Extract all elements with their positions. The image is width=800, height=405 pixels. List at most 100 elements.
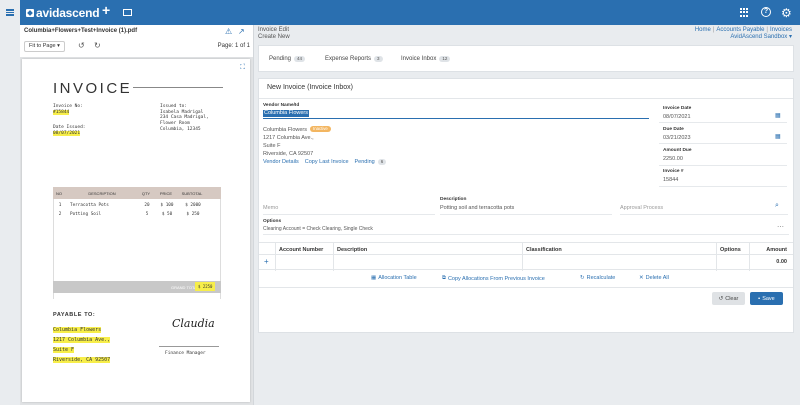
refresh-icon: ↻ [580, 275, 585, 281]
date-issued-block: Date Issued: 08/07/2021 [53, 125, 86, 136]
page-title: Invoice Edit [258, 27, 290, 33]
field-underline [659, 122, 787, 123]
cell-qty: 5 [145, 212, 149, 217]
action-label: Recalculate [586, 275, 616, 281]
cell-qty: 20 [144, 203, 150, 208]
breadcrumb: Home | Accounts Payable | Invoices AvidAscen… [695, 27, 792, 41]
calendar-icon[interactable]: ▦ [775, 112, 781, 119]
invoice-form-card: New Invoice (Invoice Inbox) Vendor Name/… [258, 78, 794, 333]
vendor-input[interactable]: Columbia Flowers [263, 109, 649, 119]
invoice-number-label: Invoice # [663, 169, 684, 174]
memo-input[interactable]: Memo [263, 205, 278, 211]
more-options-icon[interactable]: ⋯ [777, 223, 784, 231]
col-classification: Classification [526, 247, 562, 253]
page-heading: Invoice Edit Create New [258, 27, 290, 41]
apps-grid-icon[interactable] [740, 8, 749, 17]
pending-link[interactable]: Pending [355, 159, 375, 165]
copy-icon: ⧉ [442, 275, 446, 281]
tab-pending[interactable]: Pending 44 [269, 56, 306, 62]
cell-price: $ 50 [161, 212, 173, 217]
plus-icon[interactable]: + [102, 3, 110, 17]
save-icon: ▪ [758, 295, 761, 302]
copy-last-invoice-link[interactable]: Copy Last Invoice [305, 159, 349, 165]
invoice-date-field[interactable]: 08/07/2021 [663, 114, 691, 120]
fit-to-page-dropdown[interactable]: Fit to Page ▾ [24, 41, 65, 52]
payable-line: 1217 Columbia Ave., [53, 337, 111, 343]
breadcrumb-accounts-payable[interactable]: Accounts Payable [716, 27, 764, 33]
search-icon[interactable]: ⌕ [775, 202, 779, 210]
grand-total-bar: GRAND TOTAL $ 2250 [53, 281, 221, 293]
tab-label: Expense Reports [325, 56, 372, 62]
queue-tabs: Pending 44 Expense Reports 3 Invoice Inbox… [258, 45, 794, 72]
tab-count-badge: 44 [294, 56, 306, 62]
description-input[interactable]: Potting soil and terracotta pots [440, 205, 514, 211]
payable-to-block: Columbia Flowers 1217 Columbia Ave., Sui… [53, 325, 111, 365]
breadcrumb-separator: | [712, 27, 715, 33]
cell-desc: Potting Soil [70, 212, 102, 217]
action-label: Delete All [645, 275, 669, 281]
app-logo[interactable]: avidascend [26, 6, 100, 20]
company-name: AvidAscend Sandbox [730, 34, 788, 40]
invoice-date-label: Invoice Date [663, 106, 692, 111]
col-subtotal: SUBTOTAL [181, 190, 203, 196]
rotate-right-icon[interactable]: ↻ [94, 41, 101, 50]
copy-allocations-button[interactable]: ⧉ Copy Allocations From Previous Invoice [442, 275, 545, 282]
options-value[interactable]: Clearing Account = Check Clearing, Singl… [263, 226, 373, 232]
vendor-details-link[interactable]: Vendor Details [263, 159, 299, 165]
rotate-left-icon[interactable]: ↺ [78, 41, 85, 50]
page-subtitle: Create New [258, 34, 290, 40]
action-label: Allocation Table [378, 275, 417, 281]
tab-expense-reports[interactable]: Expense Reports 3 [325, 56, 383, 62]
add-row-icon[interactable]: + [264, 257, 269, 266]
mail-icon[interactable] [123, 9, 132, 16]
due-date-field[interactable]: 03/21/2023 [663, 135, 691, 141]
warning-icon[interactable]: ⚠ [225, 27, 232, 36]
gear-icon[interactable]: ⚙ [781, 6, 792, 20]
table-icon: ▦ [371, 275, 377, 281]
col-description: Description [337, 247, 368, 253]
calendar-icon[interactable]: ▦ [775, 133, 781, 140]
breadcrumb-home[interactable]: Home [695, 27, 711, 33]
allocation-actions: ▦ Allocation Table ⧉ Copy Allocations From… [259, 275, 793, 285]
vendor-label: Vendor Name/Id [263, 103, 300, 108]
vendor-address-line: Suite F [263, 143, 281, 149]
page-info: Page: 1 of 1 [217, 43, 250, 49]
field-underline [659, 143, 787, 144]
delete-all-button[interactable]: ✕ Delete All [639, 275, 669, 281]
table-row: 1 Terracotta Pots 20 $ 100 $ 2000 [54, 201, 220, 210]
expand-icon[interactable]: ⛶ [240, 64, 245, 72]
approval-process-input[interactable]: Approval Process [620, 205, 663, 211]
clear-label: Clear [725, 295, 739, 302]
col-account-number: Account Number [279, 247, 324, 253]
tab-invoice-inbox[interactable]: Invoice Inbox 12 [401, 56, 451, 62]
cell-subtotal: $ 2000 [185, 203, 201, 208]
pdf-canvas[interactable]: ⛶ INVOICE Invoice No: #15844 Date Issued… [20, 57, 253, 405]
invoice-number-block: Invoice No: #15844 [53, 104, 83, 115]
signer-role: Finance Manager [165, 351, 206, 356]
main-content: Invoice Edit Create New Home | Accounts Pa… [254, 25, 800, 405]
save-button[interactable]: ▪ Save [750, 292, 783, 305]
tab-count-badge: 3 [374, 56, 383, 62]
hamburger-menu-icon[interactable] [0, 0, 20, 25]
company-selector[interactable]: AvidAscend Sandbox ▾ [695, 34, 792, 41]
divider [259, 287, 793, 288]
due-date-label: Due Date [663, 127, 684, 132]
field-underline [263, 214, 435, 215]
payable-to-label: PAYABLE TO: [53, 312, 96, 318]
invoice-number-field[interactable]: 15844 [663, 177, 678, 183]
field-underline [440, 214, 612, 215]
clear-button[interactable]: ↺ Clear [712, 292, 745, 305]
options-label: Options [263, 219, 282, 224]
breadcrumb-invoices[interactable]: Invoices [770, 27, 792, 33]
cell-no: 2 [58, 212, 62, 217]
open-external-icon[interactable]: ↗ [238, 27, 245, 36]
recalculate-button[interactable]: ↻ Recalculate [580, 275, 615, 281]
vendor-address-line: Riverside, CA 92507 [263, 151, 314, 157]
allocation-table-button[interactable]: ▦ Allocation Table [371, 275, 417, 281]
amount-due-field[interactable]: 2250.00 [663, 156, 683, 162]
help-icon[interactable]: ? [761, 7, 771, 17]
invoice-table-header: NO DESCRIPTION QTY PRICE SUBTOTAL [53, 187, 221, 199]
cell-subtotal: $ 250 [186, 212, 200, 217]
signature-line [159, 346, 219, 347]
undo-icon: ↺ [718, 295, 724, 302]
